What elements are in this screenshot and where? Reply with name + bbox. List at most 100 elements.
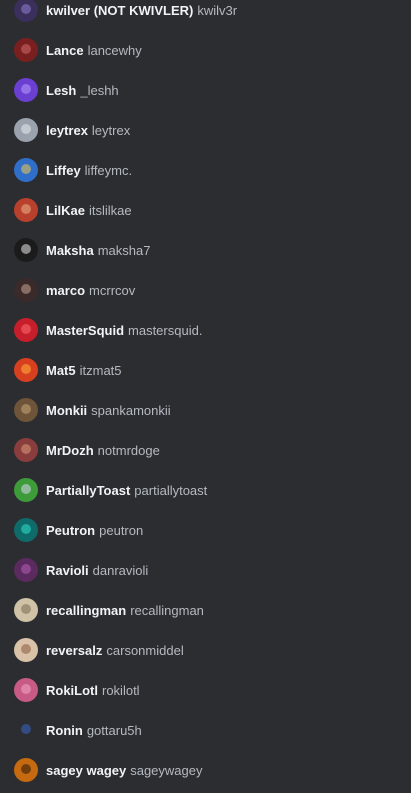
- member-row[interactable]: Maksha maksha7: [0, 230, 411, 270]
- member-row[interactable]: kwilver (NOT KWIVLER) kwilv3r: [0, 0, 411, 30]
- member-row[interactable]: Ronin gottaru5h: [0, 710, 411, 750]
- member-display-name[interactable]: Ronin: [46, 723, 83, 738]
- member-avatar[interactable]: [14, 678, 38, 702]
- avatar-image: [21, 644, 31, 654]
- member-row[interactable]: MasterSquid mastersquid.: [0, 310, 411, 350]
- member-display-name[interactable]: kwilver (NOT KWIVLER): [46, 3, 193, 18]
- avatar-image: [21, 524, 31, 534]
- member-display-name[interactable]: Monkii: [46, 403, 87, 418]
- member-username: mastersquid.: [128, 322, 203, 338]
- member-username: itslilkae: [89, 202, 132, 218]
- avatar-image: [21, 124, 31, 134]
- member-username: mcrrcov: [89, 282, 136, 298]
- member-display-name[interactable]: Ravioli: [46, 563, 89, 578]
- member-row[interactable]: Peutron peutron: [0, 510, 411, 550]
- member-row[interactable]: Ravioli danravioli: [0, 550, 411, 590]
- member-row[interactable]: LilKae itslilkae: [0, 190, 411, 230]
- member-avatar[interactable]: [14, 78, 38, 102]
- member-display-name[interactable]: reversalz: [46, 643, 102, 658]
- avatar-image: [21, 284, 31, 294]
- member-row[interactable]: Lesh _leshh: [0, 70, 411, 110]
- avatar-image: [21, 204, 31, 214]
- member-username: danravioli: [92, 562, 149, 578]
- avatar-image: [21, 604, 31, 614]
- member-row[interactable]: Liffey liffeymc.: [0, 150, 411, 190]
- member-row[interactable]: recallingman recallingman: [0, 590, 411, 630]
- member-list: kwilver (NOT KWIVLER) kwilv3r Lance lancewh…: [0, 0, 411, 790]
- member-row[interactable]: RokiLotl rokilotl: [0, 670, 411, 710]
- member-row[interactable]: reversalz carsonmiddel: [0, 630, 411, 670]
- member-username: maksha7: [97, 242, 151, 258]
- avatar-image: [21, 84, 31, 94]
- member-display-name[interactable]: Peutron: [46, 523, 95, 538]
- avatar-image: [21, 724, 31, 734]
- member-display-name[interactable]: Mat5: [46, 363, 76, 378]
- avatar-image: [21, 244, 31, 254]
- member-display-name[interactable]: MasterSquid: [46, 323, 124, 338]
- avatar-image: [21, 484, 31, 494]
- member-avatar[interactable]: [14, 38, 38, 62]
- member-username: liffeymc.: [84, 162, 133, 178]
- member-row[interactable]: MrDozh notmrdoge: [0, 430, 411, 470]
- member-display-name[interactable]: leytrex: [46, 123, 88, 138]
- avatar-image: [21, 4, 31, 14]
- member-row[interactable]: sagey wagey sageywagey: [0, 750, 411, 790]
- avatar-image: [21, 684, 31, 694]
- member-username: carsonmiddel: [106, 642, 184, 658]
- member-display-name[interactable]: LilKae: [46, 203, 85, 218]
- avatar-image: [21, 444, 31, 454]
- member-avatar[interactable]: [14, 478, 38, 502]
- member-display-name[interactable]: PartiallyToast: [46, 483, 130, 498]
- member-display-name[interactable]: Lesh: [46, 83, 76, 98]
- member-row[interactable]: leytrex leytrex: [0, 110, 411, 150]
- member-avatar[interactable]: [14, 758, 38, 782]
- member-row[interactable]: Lance lancewhy: [0, 30, 411, 70]
- member-username: _leshh: [80, 82, 119, 98]
- member-display-name[interactable]: sagey wagey: [46, 763, 126, 778]
- member-username: notmrdoge: [97, 442, 160, 458]
- member-avatar[interactable]: [14, 598, 38, 622]
- member-username: recallingman: [130, 602, 204, 618]
- member-username: rokilotl: [102, 682, 140, 698]
- member-avatar[interactable]: [14, 718, 38, 742]
- member-avatar[interactable]: [14, 0, 38, 22]
- member-row[interactable]: PartiallyToast partiallytoast: [0, 470, 411, 510]
- member-row[interactable]: Mat5 itzmat5: [0, 350, 411, 390]
- member-avatar[interactable]: [14, 558, 38, 582]
- avatar-image: [21, 764, 31, 774]
- avatar-image: [21, 324, 31, 334]
- member-username: gottaru5h: [86, 722, 142, 738]
- member-avatar[interactable]: [14, 278, 38, 302]
- member-row[interactable]: Monkii spankamonkii: [0, 390, 411, 430]
- member-avatar[interactable]: [14, 238, 38, 262]
- member-username: peutron: [99, 522, 144, 538]
- member-display-name[interactable]: RokiLotl: [46, 683, 98, 698]
- member-avatar[interactable]: [14, 638, 38, 662]
- member-username: lancewhy: [87, 42, 142, 58]
- member-avatar[interactable]: [14, 198, 38, 222]
- member-username: leytrex: [91, 122, 131, 138]
- member-username: itzmat5: [79, 362, 122, 378]
- member-avatar[interactable]: [14, 158, 38, 182]
- member-display-name[interactable]: Liffey: [46, 163, 81, 178]
- member-display-name[interactable]: recallingman: [46, 603, 126, 618]
- member-display-name[interactable]: marco: [46, 283, 85, 298]
- member-avatar[interactable]: [14, 318, 38, 342]
- member-avatar[interactable]: [14, 118, 38, 142]
- member-display-name[interactable]: Lance: [46, 43, 84, 58]
- member-display-name[interactable]: MrDozh: [46, 443, 94, 458]
- avatar-image: [21, 564, 31, 574]
- avatar-image: [21, 404, 31, 414]
- member-username: kwilv3r: [197, 2, 238, 18]
- member-username: sageywagey: [130, 762, 203, 778]
- avatar-image: [21, 364, 31, 374]
- member-avatar[interactable]: [14, 518, 38, 542]
- member-avatar[interactable]: [14, 358, 38, 382]
- avatar-image: [21, 44, 31, 54]
- member-row[interactable]: marco mcrrcov: [0, 270, 411, 310]
- member-avatar[interactable]: [14, 398, 38, 422]
- member-avatar[interactable]: [14, 438, 38, 462]
- member-username: spankamonkii: [91, 402, 171, 418]
- avatar-image: [21, 164, 31, 174]
- member-display-name[interactable]: Maksha: [46, 243, 94, 258]
